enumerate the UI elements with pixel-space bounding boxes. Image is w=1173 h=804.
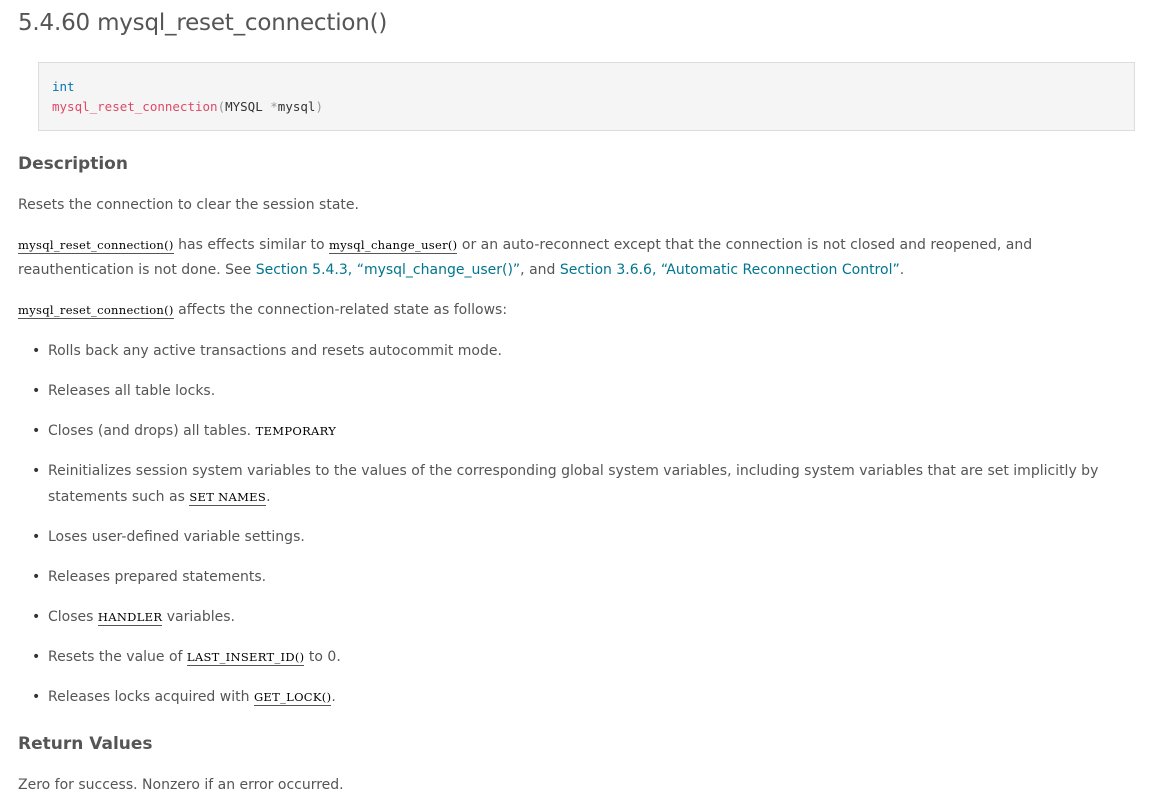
list-item-text: Rolls back any active transactions and r…: [48, 343, 502, 359]
list-item-text: Closes: [48, 609, 98, 625]
list-item-text: Resets the value of: [48, 649, 187, 665]
list-item: • Reinitializes session system variables …: [30, 458, 1170, 510]
list-item-text: variables.: [162, 609, 235, 625]
list-item: • Releases locks acquired with GET_LOCK()…: [30, 684, 1170, 710]
param-name: mysql: [277, 99, 316, 114]
code-get-lock: GET_LOCK(): [253, 690, 332, 706]
return-values-heading: Return Values: [18, 734, 153, 754]
description-heading: Description: [18, 154, 128, 174]
bullet-icon: •: [32, 529, 41, 545]
paragraph-text: affects the connection-related state as …: [173, 302, 508, 318]
code-mysql-reset-connection: mysql_reset_connection(): [18, 303, 174, 319]
signature-return-line: int: [52, 79, 75, 94]
list-item: • Closes (and drops) all tables. TEMPORAR…: [30, 418, 1170, 444]
bullet-icon: •: [32, 689, 41, 705]
function-signature-block: int mysql_reset_connection(MYSQL *mysql): [38, 62, 1135, 131]
page-title: 5.4.60 mysql_reset_connection(): [18, 10, 388, 36]
link-section-3-6-6[interactable]: Section 3.6.6, “Automatic Reconnection C…: [560, 262, 900, 278]
link-section-5-4-3[interactable]: Section 5.4.3, “mysql_change_user()”: [256, 262, 520, 278]
list-item: • Rolls back any active transactions and …: [30, 338, 1170, 364]
code-set-names: SET NAMES: [189, 490, 267, 506]
bullet-icon: •: [32, 383, 41, 399]
list-item: • Releases all table locks.: [30, 378, 1170, 404]
list-item: • Loses user-defined variable settings.: [30, 524, 1170, 550]
list-item-text: Releases locks acquired with: [48, 689, 254, 705]
param-type: MYSQL: [225, 99, 271, 114]
open-paren: (: [217, 99, 226, 114]
list-item-text: Closes (and drops) all tables.: [48, 423, 256, 439]
paragraph-text: has effects similar to: [173, 237, 330, 253]
return-values-text: Zero for success. Nonzero if an error oc…: [18, 777, 344, 793]
function-name: mysql_reset_connection: [52, 99, 218, 114]
paragraph-text: , and: [520, 262, 560, 278]
effects-list: • Rolls back any active transactions and …: [30, 338, 1170, 724]
code-mysql-reset-connection: mysql_reset_connection(): [18, 238, 174, 254]
signature-call-line: mysql_reset_connection(MYSQL *mysql): [52, 99, 323, 114]
bullet-icon: •: [32, 463, 41, 479]
return-type: int: [52, 79, 75, 94]
list-item-text: to 0.: [304, 649, 341, 665]
bullet-icon: •: [32, 569, 41, 585]
code-mysql-change-user: mysql_change_user(): [329, 238, 458, 254]
bullet-icon: •: [32, 343, 41, 359]
description-effects-intro: mysql_reset_connection() affects the con…: [18, 298, 1078, 323]
code-last-insert-id: LAST_INSERT_ID(): [186, 650, 305, 666]
list-item-text: Releases all table locks.: [48, 383, 216, 399]
code-handler: HANDLER: [97, 610, 163, 626]
code-temporary: TEMPORARY: [255, 424, 337, 438]
list-item: • Resets the value of LAST_INSERT_ID() to…: [30, 644, 1170, 670]
list-item: • Closes HANDLER variables.: [30, 604, 1170, 630]
list-item-text: .: [266, 489, 271, 505]
list-item: • Releases prepared statements.: [30, 564, 1170, 590]
paragraph-text: .: [899, 262, 905, 278]
list-item-text: Releases prepared statements.: [48, 569, 267, 585]
bullet-icon: •: [32, 649, 41, 665]
description-similarity-paragraph: mysql_reset_connection() has effects sim…: [18, 233, 1078, 283]
pointer-symbol: *: [270, 99, 278, 114]
bullet-icon: •: [32, 609, 41, 625]
list-item-text: .: [331, 689, 336, 705]
close-paren: ): [315, 99, 323, 114]
description-intro: Resets the connection to clear the sessi…: [18, 197, 359, 213]
bullet-icon: •: [32, 423, 41, 439]
list-item-text: Loses user-defined variable settings.: [48, 529, 305, 545]
